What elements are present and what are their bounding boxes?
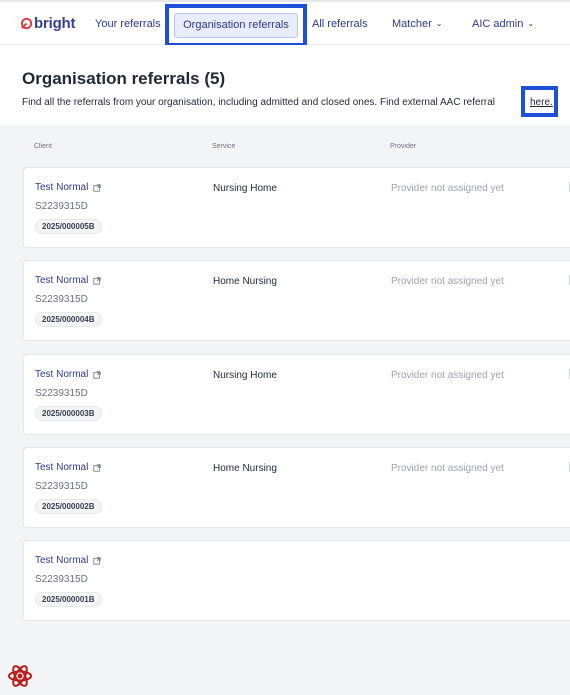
brand-name: bright (34, 15, 76, 32)
referral-number-badge: 2025/000001B (35, 592, 102, 607)
client-id: S2239315D (35, 201, 88, 212)
nav-all-referrals[interactable]: All referrals (312, 18, 368, 30)
chevron-down-icon: ⌄ (527, 19, 535, 28)
provider-status: Provider not assigned yet (391, 183, 504, 194)
client-name: Test Normal (35, 555, 89, 566)
referral-number-badge: 2025/000003B (35, 406, 102, 421)
external-link-icon (93, 556, 101, 565)
here-link-highlight: here. (521, 86, 558, 117)
bright-logo[interactable]: bright (20, 15, 75, 32)
client-link[interactable]: Test Normal (35, 462, 101, 473)
referral-number-badge: 2025/000002B (35, 499, 102, 514)
service-type: Home Nursing (213, 276, 277, 287)
external-link-icon (93, 370, 101, 379)
nav-matcher[interactable]: Matcher ⌄ (392, 18, 442, 30)
dev-tools-icon[interactable] (6, 662, 34, 690)
nav-aic-admin[interactable]: AIC admin ⌄ (472, 18, 534, 30)
referral-card[interactable]: Test Normal S2239315D 2025/000001B (23, 540, 570, 621)
referral-card[interactable]: Test Normal S2239315D 2025/000005B Nursi… (23, 167, 570, 248)
external-link-icon (93, 276, 101, 285)
provider-status: Provider not assigned yet (391, 463, 504, 474)
service-type: Nursing Home (213, 183, 277, 194)
client-name: Test Normal (35, 462, 89, 473)
client-id: S2239315D (35, 294, 88, 305)
referral-number-badge: 2025/000005B (35, 219, 102, 234)
nav-highlight: Organisation referrals (165, 4, 307, 47)
client-id: S2239315D (35, 481, 88, 492)
bright-logo-icon (20, 17, 33, 30)
nav-matcher-label: Matcher (392, 18, 432, 30)
client-name: Test Normal (35, 369, 89, 380)
column-header-service: Service (212, 143, 236, 150)
client-name: Test Normal (35, 275, 89, 286)
client-link[interactable]: Test Normal (35, 275, 101, 286)
referral-number-badge: 2025/000004B (35, 312, 102, 327)
column-header-client: Client (34, 143, 52, 150)
column-header-provider: Provider (390, 143, 417, 150)
referral-card[interactable]: Test Normal S2239315D 2025/000002B Home … (23, 447, 570, 528)
client-name: Test Normal (35, 182, 89, 193)
external-link-icon (93, 183, 101, 192)
client-link[interactable]: Test Normal (35, 182, 101, 193)
page-description: Find all the referrals from your organis… (22, 97, 496, 108)
page-title: Organisation referrals (5) (22, 69, 226, 88)
referral-card[interactable]: Test Normal S2239315D 2025/000003B Nursi… (23, 354, 570, 435)
client-id: S2239315D (35, 388, 88, 399)
provider-status: Provider not assigned yet (391, 276, 504, 287)
top-navigation: bright Your referrals Organisation refer… (0, 0, 570, 47)
page-header: Organisation referrals (5) Find all the … (0, 45, 570, 125)
provider-status: Provider not assigned yet (391, 370, 504, 381)
service-type: Home Nursing (213, 463, 277, 474)
nav-your-referrals[interactable]: Your referrals (95, 18, 161, 30)
client-link[interactable]: Test Normal (35, 555, 101, 566)
nav-organisation-referrals[interactable]: Organisation referrals (174, 13, 298, 38)
client-id: S2239315D (35, 574, 88, 585)
here-link[interactable]: here. (530, 97, 553, 108)
nav-aic-admin-label: AIC admin (472, 18, 524, 30)
service-type: Nursing Home (213, 370, 277, 381)
referral-card[interactable]: Test Normal S2239315D 2025/000004B Home … (23, 260, 570, 341)
client-link[interactable]: Test Normal (35, 369, 101, 380)
external-link-icon (93, 463, 101, 472)
chevron-down-icon: ⌄ (435, 19, 443, 28)
